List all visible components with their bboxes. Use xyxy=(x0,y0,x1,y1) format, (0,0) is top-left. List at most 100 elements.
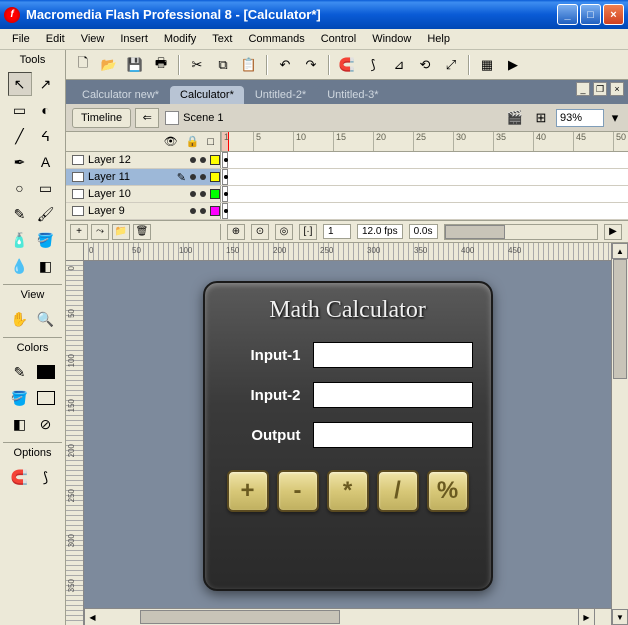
align-icon[interactable]: ▦ xyxy=(476,54,498,76)
no-color-icon[interactable]: ⊘ xyxy=(34,412,58,436)
pencil-tool[interactable]: ✎ xyxy=(8,202,32,226)
eraser-tool[interactable]: ◧ xyxy=(34,254,58,278)
lasso-tool[interactable]: ᔦ xyxy=(34,124,58,148)
lock-column-icon[interactable]: 🔒 xyxy=(186,135,200,148)
menu-window[interactable]: Window xyxy=(364,31,419,47)
outline-column-icon[interactable]: □ xyxy=(207,136,214,148)
tab-untitled-3[interactable]: Untitled-3* xyxy=(317,86,388,104)
output-field[interactable] xyxy=(313,422,473,448)
scroll-right-icon[interactable]: ▶ xyxy=(578,609,594,625)
fill-color-swatch[interactable] xyxy=(34,386,58,410)
menu-edit[interactable]: Edit xyxy=(38,31,73,47)
input1-field[interactable] xyxy=(313,342,473,368)
edit-frames-icon[interactable]: [·] xyxy=(299,224,317,240)
debug-icon[interactable]: ▶ xyxy=(502,54,524,76)
ink-bottle-tool[interactable]: 🧴 xyxy=(8,228,32,252)
selection-tool[interactable]: ↖ xyxy=(8,72,32,96)
doc-minimize-icon[interactable]: _ xyxy=(576,82,590,96)
delete-layer-button[interactable]: 🗑 xyxy=(133,224,151,240)
fill-color-icon[interactable]: 🪣 xyxy=(8,386,32,410)
line-tool[interactable]: ╱ xyxy=(8,124,32,148)
snap-icon[interactable]: 🧲 xyxy=(336,54,358,76)
gradient-tool[interactable]: ◐ xyxy=(34,98,58,122)
smooth-icon[interactable]: ⟆ xyxy=(362,54,384,76)
redo-icon[interactable]: ↷ xyxy=(300,54,322,76)
hand-tool[interactable]: ✋ xyxy=(8,307,32,331)
menu-modify[interactable]: Modify xyxy=(156,31,204,47)
timeline-toggle-button[interactable]: Timeline xyxy=(72,108,131,128)
scroll-left-icon[interactable]: ◀ xyxy=(84,609,100,625)
stage-horizontal-scrollbar[interactable]: ◀ ▶ xyxy=(84,608,611,625)
rectangle-tool[interactable]: ▭ xyxy=(34,176,58,200)
free-transform-tool[interactable]: ▭ xyxy=(8,98,32,122)
pen-tool[interactable]: ✒ xyxy=(8,150,32,174)
modulo-button[interactable]: % xyxy=(427,470,469,512)
tab-untitled-2[interactable]: Untitled-2* xyxy=(245,86,316,104)
insert-motion-guide-button[interactable]: ⤳ xyxy=(91,224,109,240)
eyedropper-tool[interactable]: 💧 xyxy=(8,254,32,278)
maximize-button[interactable]: □ xyxy=(580,4,601,25)
snap-option-icon[interactable]: 🧲 xyxy=(8,465,32,489)
menu-control[interactable]: Control xyxy=(313,31,364,47)
stage-canvas[interactable]: Math Calculator Input-1 Input-2 Output xyxy=(84,261,611,608)
timeline-scrollbar[interactable] xyxy=(444,224,599,240)
paste-icon[interactable]: 📋 xyxy=(238,54,260,76)
onion-skin-icon[interactable]: ⊙ xyxy=(251,224,269,240)
stroke-color-swatch[interactable] xyxy=(34,360,58,384)
timeline-layer-row[interactable]: Layer 12 xyxy=(66,152,628,169)
text-tool[interactable]: A xyxy=(34,150,58,174)
zoom-tool[interactable]: 🔍 xyxy=(34,307,58,331)
tab-calculator-new[interactable]: Calculator new* xyxy=(72,86,169,104)
open-file-icon[interactable]: 📂 xyxy=(98,54,120,76)
stage-vertical-scrollbar[interactable]: ▲ ▼ xyxy=(611,243,628,625)
onion-outline-icon[interactable]: ◎ xyxy=(275,224,293,240)
doc-restore-icon[interactable]: ❐ xyxy=(593,82,607,96)
menu-insert[interactable]: Insert xyxy=(112,31,156,47)
scroll-right-icon[interactable]: ▶ xyxy=(604,224,622,240)
doc-close-icon[interactable]: × xyxy=(610,82,624,96)
menu-file[interactable]: File xyxy=(4,31,38,47)
menu-text[interactable]: Text xyxy=(204,31,240,47)
straighten-icon[interactable]: ⊿ xyxy=(388,54,410,76)
zoom-dropdown-icon[interactable]: ▾ xyxy=(608,107,622,129)
scroll-down-icon[interactable]: ▼ xyxy=(612,609,628,625)
save-file-icon[interactable]: 💾 xyxy=(124,54,146,76)
edit-symbol-icon[interactable]: ⊞ xyxy=(530,107,552,129)
smooth-option-icon[interactable]: ⟆ xyxy=(34,465,58,489)
copy-icon[interactable]: ⧉ xyxy=(212,54,234,76)
print-icon[interactable]: 🖶 xyxy=(150,54,172,76)
insert-folder-button[interactable]: 📁 xyxy=(112,224,130,240)
menu-commands[interactable]: Commands xyxy=(240,31,312,47)
timeline-frame-ruler[interactable]: 1 5 10 15 20 25 30 35 40 45 50 xyxy=(221,132,628,151)
add-button[interactable]: + xyxy=(227,470,269,512)
menu-help[interactable]: Help xyxy=(419,31,458,47)
bw-swap-icon[interactable]: ◧ xyxy=(8,412,32,436)
zoom-input[interactable] xyxy=(556,109,604,127)
scene-back-button[interactable]: ⇐ xyxy=(135,108,159,128)
timeline-layer-row[interactable]: Layer 10 xyxy=(66,186,628,203)
timeline-layer-row[interactable]: Layer 9 xyxy=(66,203,628,220)
input2-field[interactable] xyxy=(313,382,473,408)
new-file-icon[interactable]: 🗋 xyxy=(72,54,94,76)
oval-tool[interactable]: ○ xyxy=(8,176,32,200)
cut-icon[interactable]: ✂ xyxy=(186,54,208,76)
paint-bucket-tool[interactable]: 🪣 xyxy=(34,228,58,252)
scale-icon[interactable]: ⤢ xyxy=(440,54,462,76)
close-button[interactable]: × xyxy=(603,4,624,25)
rotate-icon[interactable]: ⟲ xyxy=(414,54,436,76)
timeline-layer-row[interactable]: Layer 11✎ xyxy=(66,169,628,186)
brush-tool[interactable]: 🖌 xyxy=(34,202,58,226)
divide-button[interactable]: / xyxy=(377,470,419,512)
insert-layer-button[interactable]: + xyxy=(70,224,88,240)
subtract-button[interactable]: - xyxy=(277,470,319,512)
undo-icon[interactable]: ↶ xyxy=(274,54,296,76)
scroll-up-icon[interactable]: ▲ xyxy=(612,243,628,259)
menu-view[interactable]: View xyxy=(73,31,113,47)
center-frame-icon[interactable]: ⊕ xyxy=(227,224,245,240)
stroke-color-icon[interactable]: ✎ xyxy=(8,360,32,384)
multiply-button[interactable]: * xyxy=(327,470,369,512)
edit-scene-icon[interactable]: 🎬 xyxy=(504,107,526,129)
tab-calculator[interactable]: Calculator* xyxy=(170,86,244,104)
minimize-button[interactable]: _ xyxy=(557,4,578,25)
eye-column-icon[interactable]: 👁 xyxy=(164,135,178,148)
